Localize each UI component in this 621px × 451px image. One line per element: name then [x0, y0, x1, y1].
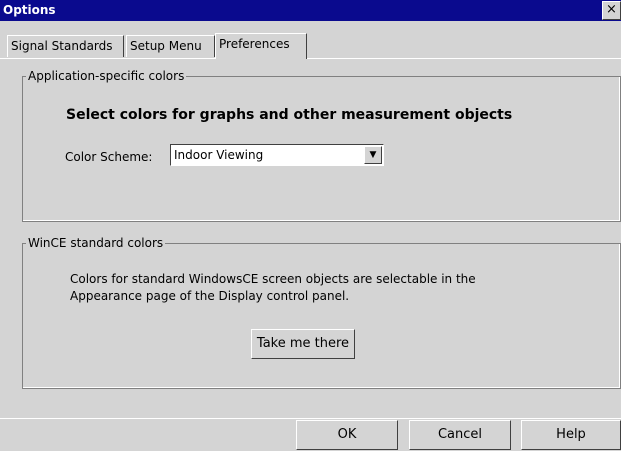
close-icon: × [606, 2, 617, 17]
color-scheme-value: Indoor Viewing [174, 148, 264, 162]
ok-label: OK [337, 427, 357, 442]
window-title: Options [3, 3, 56, 17]
app-colors-heading: Select colors for graphs and other measu… [66, 107, 513, 123]
take-me-there-button[interactable]: Take me there [251, 329, 355, 359]
tab-label: Signal Standards [11, 39, 113, 53]
tab-signal-standards[interactable]: Signal Standards [7, 35, 124, 57]
wince-description-line2: Appearance page of the Display control p… [70, 289, 350, 303]
color-scheme-label: Color Scheme: [65, 150, 153, 164]
tab-label: Preferences [219, 37, 290, 51]
ok-button[interactable]: OK [296, 420, 398, 450]
take-me-there-label: Take me there [256, 336, 350, 351]
tab-setup-menu[interactable]: Setup Menu [126, 35, 215, 57]
cancel-button[interactable]: Cancel [409, 420, 511, 450]
cancel-label: Cancel [437, 427, 483, 442]
tab-preferences[interactable]: Preferences [215, 33, 307, 59]
color-scheme-select[interactable]: Indoor Viewing ▼ [170, 144, 384, 166]
wince-colors-group [22, 243, 621, 389]
close-button[interactable]: × [602, 1, 621, 20]
app-colors-legend: Application-specific colors [26, 69, 187, 83]
wince-description-line1: Colors for standard WindowsCE screen obj… [70, 272, 476, 286]
help-label: Help [556, 427, 586, 442]
title-bar: Options × [0, 0, 621, 21]
help-button[interactable]: Help [521, 420, 621, 450]
tab-label: Setup Menu [130, 39, 202, 53]
wince-colors-legend: WinCE standard colors [26, 236, 166, 250]
chevron-down-icon[interactable]: ▼ [364, 146, 382, 164]
